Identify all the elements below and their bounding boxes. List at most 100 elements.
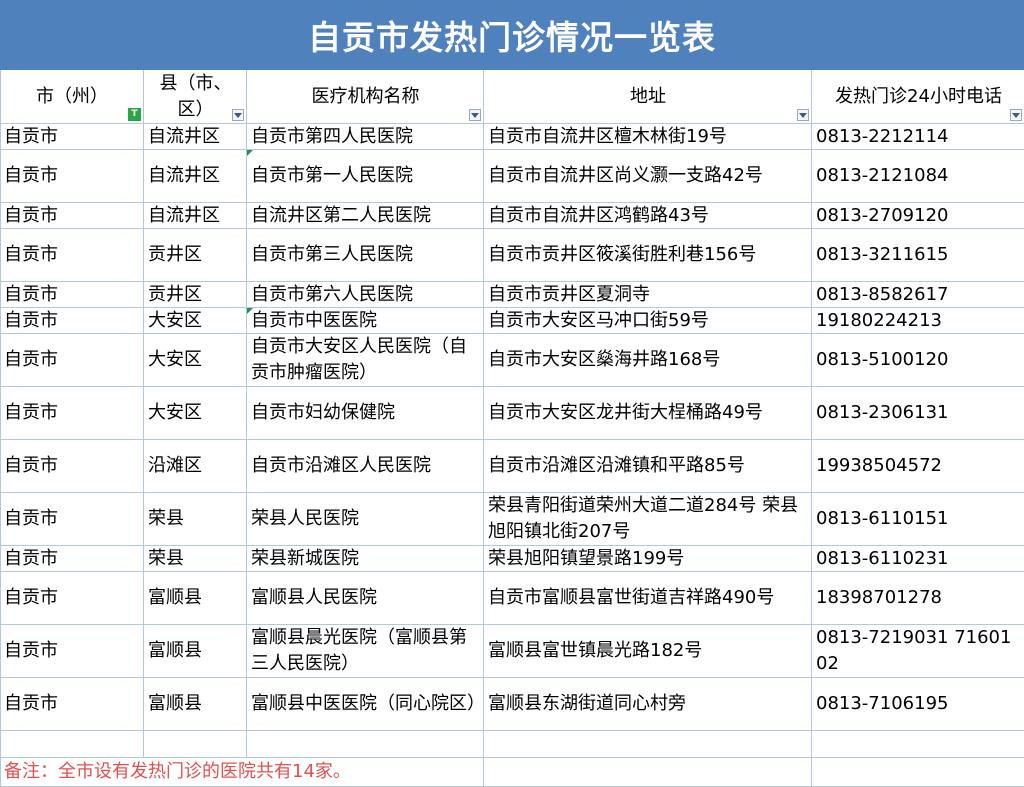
cell-institution[interactable]: 自贡市大安区人民医院（自贡市肿瘤医院）	[247, 334, 484, 387]
cell-institution[interactable]: 荣县人民医院	[247, 493, 484, 546]
cell-institution[interactable]: 富顺县晨光医院（富顺县第三人民医院）	[247, 625, 484, 678]
cell-address[interactable]: 荣县旭阳镇望景路199号	[484, 546, 812, 572]
filter-dropdown-icon[interactable]	[797, 109, 809, 121]
cell-address[interactable]: 自贡市富顺县富世街道吉祥路490号	[484, 572, 812, 625]
cell-address[interactable]: 富顺县富世镇晨光路182号	[484, 625, 812, 678]
cell-county[interactable]: 贡井区	[144, 229, 247, 282]
header-cell-city[interactable]: 市（州） T	[0, 70, 144, 124]
cell-county[interactable]: 富顺县	[144, 625, 247, 678]
cell-phone[interactable]: 0813-2121084	[812, 150, 1024, 203]
filter-dropdown-icon[interactable]	[232, 109, 244, 121]
empty-cell[interactable]	[247, 731, 484, 758]
note-cell[interactable]: 备注：全市设有发热门诊的医院共有14家。	[0, 758, 484, 787]
empty-cell[interactable]	[484, 731, 812, 758]
filter-dropdown-icon[interactable]	[469, 109, 481, 121]
cell-institution[interactable]: 自贡市中医医院	[247, 308, 484, 334]
table-row: 自贡市 富顺县 富顺县中医医院（同心院区） 富顺县东湖街道同心村旁 0813-7…	[0, 678, 1024, 731]
cell-address[interactable]: 自贡市大安区燊海井路168号	[484, 334, 812, 387]
cell-city[interactable]: 自贡市	[0, 150, 144, 203]
empty-cell[interactable]	[144, 731, 247, 758]
cell-county[interactable]: 贡井区	[144, 282, 247, 308]
cell-phone[interactable]: 0813-3211615	[812, 229, 1024, 282]
table-row: 自贡市 荣县 荣县新城医院 荣县旭阳镇望景路199号 0813-6110231	[0, 546, 1024, 572]
cell-city[interactable]: 自贡市	[0, 546, 144, 572]
header-cell-institution[interactable]: 医疗机构名称	[247, 70, 484, 124]
cell-phone[interactable]: 0813-8582617	[812, 282, 1024, 308]
table-row: 自贡市 自流井区 自贡市第一人民医院 自贡市自流井区尚义灏一支路42号 0813…	[0, 150, 1024, 203]
text-filter-icon[interactable]: T	[128, 108, 141, 121]
cell-phone[interactable]: 18398701278	[812, 572, 1024, 625]
table-row: 自贡市 贡井区 自贡市第六人民医院 自贡市贡井区夏洞寺 0813-8582617	[0, 282, 1024, 308]
table-row: 自贡市 贡井区 自贡市第三人民医院 自贡市贡井区筱溪街胜利巷156号 0813-…	[0, 229, 1024, 282]
cell-phone[interactable]: 0813-7106195	[812, 678, 1024, 731]
empty-cell[interactable]	[812, 731, 1024, 758]
cell-county[interactable]: 富顺县	[144, 678, 247, 731]
cell-city[interactable]: 自贡市	[0, 678, 144, 731]
cell-city[interactable]: 自贡市	[0, 229, 144, 282]
sheet-title: 自贡市发热门诊情况一览表	[308, 18, 716, 57]
cell-county[interactable]: 大安区	[144, 387, 247, 440]
header-cell-county[interactable]: 县（市、区）	[144, 70, 247, 124]
header-cell-address[interactable]: 地址	[484, 70, 812, 124]
cell-county[interactable]: 大安区	[144, 308, 247, 334]
cell-county[interactable]: 荣县	[144, 546, 247, 572]
cell-phone[interactable]: 0813-2212114	[812, 124, 1024, 150]
cell-phone[interactable]: 0813-5100120	[812, 334, 1024, 387]
filter-dropdown-icon[interactable]	[1010, 109, 1022, 121]
cell-phone[interactable]: 0813-6110151	[812, 493, 1024, 546]
cell-address[interactable]: 富顺县东湖街道同心村旁	[484, 678, 812, 731]
cell-institution[interactable]: 荣县新城医院	[247, 546, 484, 572]
cell-city[interactable]: 自贡市	[0, 440, 144, 493]
cell-city[interactable]: 自贡市	[0, 625, 144, 678]
cell-county[interactable]: 沿滩区	[144, 440, 247, 493]
cell-address[interactable]: 自贡市大安区龙井街大桯桶路49号	[484, 387, 812, 440]
cell-address[interactable]: 荣县青阳街道荣州大道二道284号 荣县旭阳镇北街207号	[484, 493, 812, 546]
cell-address[interactable]: 自贡市贡井区筱溪街胜利巷156号	[484, 229, 812, 282]
cell-institution[interactable]: 自贡市妇幼保健院	[247, 387, 484, 440]
cell-institution[interactable]: 自贡市第三人民医院	[247, 229, 484, 282]
cell-phone[interactable]: 0813-2709120	[812, 203, 1024, 229]
cell-phone[interactable]: 0813-6110231	[812, 546, 1024, 572]
cell-address[interactable]: 自贡市大安区马冲口街59号	[484, 308, 812, 334]
cell-county[interactable]: 荣县	[144, 493, 247, 546]
empty-cell[interactable]	[0, 731, 144, 758]
cell-phone[interactable]: 0813-7219031 7160102	[812, 625, 1024, 678]
cell-city[interactable]: 自贡市	[0, 124, 144, 150]
cell-institution[interactable]: 自贡市沿滩区人民医院	[247, 440, 484, 493]
comment-marker	[247, 150, 253, 156]
cell-city[interactable]: 自贡市	[0, 493, 144, 546]
empty-cell[interactable]	[484, 758, 812, 787]
empty-cell[interactable]	[812, 758, 1024, 787]
cell-address[interactable]: 自贡市贡井区夏洞寺	[484, 282, 812, 308]
cell-address[interactable]: 自贡市自流井区鸿鹤路43号	[484, 203, 812, 229]
cell-institution[interactable]: 自贡市第一人民医院	[247, 150, 484, 203]
header-row: 市（州） T 县（市、区） 医疗机构名称 地址 发热门诊24小时电话	[0, 70, 1024, 124]
cell-city[interactable]: 自贡市	[0, 308, 144, 334]
cell-institution[interactable]: 富顺县中医医院（同心院区）	[247, 678, 484, 731]
cell-city[interactable]: 自贡市	[0, 572, 144, 625]
cell-institution[interactable]: 自流井区第二人民医院	[247, 203, 484, 229]
table-row: 自贡市 荣县 荣县人民医院 荣县青阳街道荣州大道二道284号 荣县旭阳镇北街20…	[0, 493, 1024, 546]
cell-phone[interactable]: 19938504572	[812, 440, 1024, 493]
cell-phone[interactable]: 19180224213	[812, 308, 1024, 334]
cell-county[interactable]: 富顺县	[144, 572, 247, 625]
cell-county[interactable]: 自流井区	[144, 124, 247, 150]
cell-address[interactable]: 自贡市沿滩区沿滩镇和平路85号	[484, 440, 812, 493]
cell-institution[interactable]: 富顺县人民医院	[247, 572, 484, 625]
table-row: 自贡市 大安区 自贡市妇幼保健院 自贡市大安区龙井街大桯桶路49号 0813-2…	[0, 387, 1024, 440]
cell-county[interactable]: 自流井区	[144, 150, 247, 203]
cell-institution[interactable]: 自贡市第四人民医院	[247, 124, 484, 150]
cell-county[interactable]: 大安区	[144, 334, 247, 387]
comment-marker	[247, 308, 253, 314]
cell-city[interactable]: 自贡市	[0, 387, 144, 440]
cell-address[interactable]: 自贡市自流井区檀木林街19号	[484, 124, 812, 150]
cell-address[interactable]: 自贡市自流井区尚义灏一支路42号	[484, 150, 812, 203]
cell-county[interactable]: 自流井区	[144, 203, 247, 229]
cell-institution[interactable]: 自贡市第六人民医院	[247, 282, 484, 308]
cell-city[interactable]: 自贡市	[0, 282, 144, 308]
cell-phone[interactable]: 0813-2306131	[812, 387, 1024, 440]
cell-city[interactable]: 自贡市	[0, 203, 144, 229]
note-row: 备注：全市设有发热门诊的医院共有14家。	[0, 758, 1024, 787]
header-cell-phone[interactable]: 发热门诊24小时电话	[812, 70, 1024, 124]
cell-city[interactable]: 自贡市	[0, 334, 144, 387]
